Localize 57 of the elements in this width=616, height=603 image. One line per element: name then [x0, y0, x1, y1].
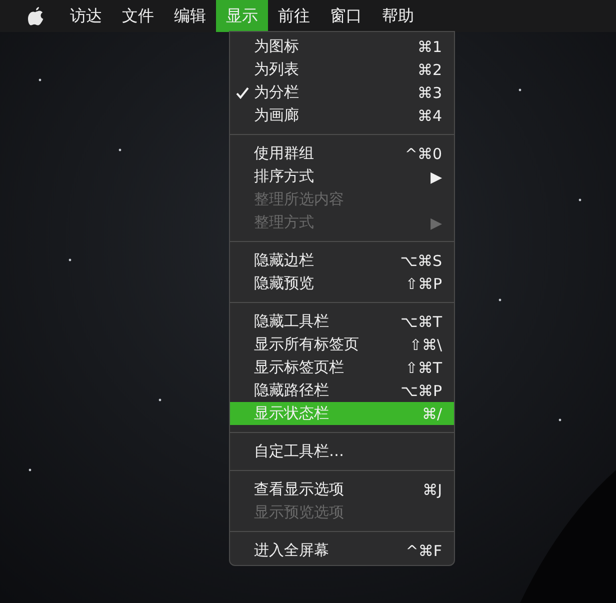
- menu-bar-item[interactable]: 帮助: [372, 0, 424, 32]
- apple-logo-icon[interactable]: [28, 6, 44, 26]
- menu-bar-item[interactable]: 窗口: [320, 0, 372, 32]
- shortcut-label: ⌥⌘T: [400, 312, 442, 330]
- menu-item-label: 为画廊: [254, 106, 300, 125]
- menu-item[interactable]: 显示所有标签页 ⇧⌘\: [230, 333, 454, 356]
- menu-item[interactable]: 隐藏预览 ⇧⌘P: [230, 272, 454, 295]
- shortcut-label: ▶: [430, 214, 442, 232]
- menu-bar-item[interactable]: 前往: [268, 0, 320, 32]
- shortcut-label: ^⌘F: [406, 542, 442, 560]
- menu-item-label: 隐藏预览: [254, 274, 315, 293]
- shortcut-label: ⇧⌘T: [405, 358, 442, 376]
- menu-item-label: 为分栏: [254, 83, 300, 102]
- menu-item-label: 显示预览选项: [254, 503, 345, 522]
- menu-item[interactable]: 为画廊 ⌘4: [230, 104, 454, 127]
- menu-item-label: 排序方式: [254, 167, 315, 186]
- shortcut-label: ⌘2: [417, 60, 442, 78]
- menu-item-label: 为图标: [254, 37, 300, 56]
- menu-item-label: 查看显示选项: [254, 480, 345, 499]
- menu-item-label: 隐藏边栏: [254, 251, 315, 270]
- shortcut-label: ⌘J: [422, 480, 442, 498]
- menu-item[interactable]: 为列表 ⌘2: [230, 58, 454, 81]
- menu-item[interactable]: 排序方式 ▶: [230, 165, 454, 188]
- menu-item[interactable]: 使用群组 ^⌘0: [230, 142, 454, 165]
- menu-item-label: 自定工具栏…: [254, 442, 345, 461]
- shortcut-label: ▶: [430, 168, 442, 186]
- menu-item[interactable]: 为分栏 ⌘3: [230, 81, 454, 104]
- menu-item[interactable]: 为图标 ⌘1: [230, 35, 454, 58]
- menu-item[interactable]: 隐藏边栏 ⌥⌘S: [230, 249, 454, 272]
- menu-item-label: 整理所选内容: [254, 190, 345, 209]
- shortcut-label: ⌥⌘P: [400, 382, 442, 400]
- menu-item-label: 显示状态栏: [254, 404, 330, 423]
- menu-item-label: 使用群组: [254, 144, 315, 163]
- menu-item[interactable]: 查看显示选项 ⌘J: [230, 478, 454, 501]
- menu-bar-item[interactable]: 访达: [60, 0, 112, 32]
- menu-item[interactable]: 隐藏路径栏 ⌥⌘P: [230, 379, 454, 402]
- shortcut-label: ^⌘0: [404, 144, 442, 162]
- menu-item[interactable]: 进入全屏幕 ^⌘F: [230, 539, 454, 562]
- menu-item-label: 显示所有标签页: [254, 335, 360, 354]
- shortcut-label: ⌘3: [417, 84, 442, 102]
- menu-item-label: 显示标签页栏: [254, 358, 345, 377]
- menu-bar-item[interactable]: 编辑: [164, 0, 216, 32]
- shortcut-label: ⌥⌘S: [400, 252, 442, 270]
- menu-item-label: 整理方式: [254, 213, 315, 232]
- shortcut-label: ⇧⌘P: [405, 274, 442, 292]
- menu-item[interactable]: 自定工具栏…: [230, 440, 454, 463]
- menu-item[interactable]: 显示标签页栏 ⇧⌘T: [230, 356, 454, 379]
- shortcut-label: ⌘/: [422, 404, 442, 422]
- shortcut-label: ⌘4: [417, 106, 442, 124]
- menu-item-label: 隐藏工具栏: [254, 312, 330, 331]
- shortcut-label: ⌘1: [417, 38, 442, 56]
- shortcut-label: ⇧⌘\: [409, 336, 442, 354]
- menu-item-label: 进入全屏幕: [254, 541, 330, 560]
- menu-item[interactable]: 隐藏工具栏 ⌥⌘T: [230, 310, 454, 333]
- menu-item-label: 为列表: [254, 60, 300, 79]
- menu-bar-item[interactable]: 文件: [112, 0, 164, 32]
- menu-item-label: 隐藏路径栏: [254, 381, 330, 400]
